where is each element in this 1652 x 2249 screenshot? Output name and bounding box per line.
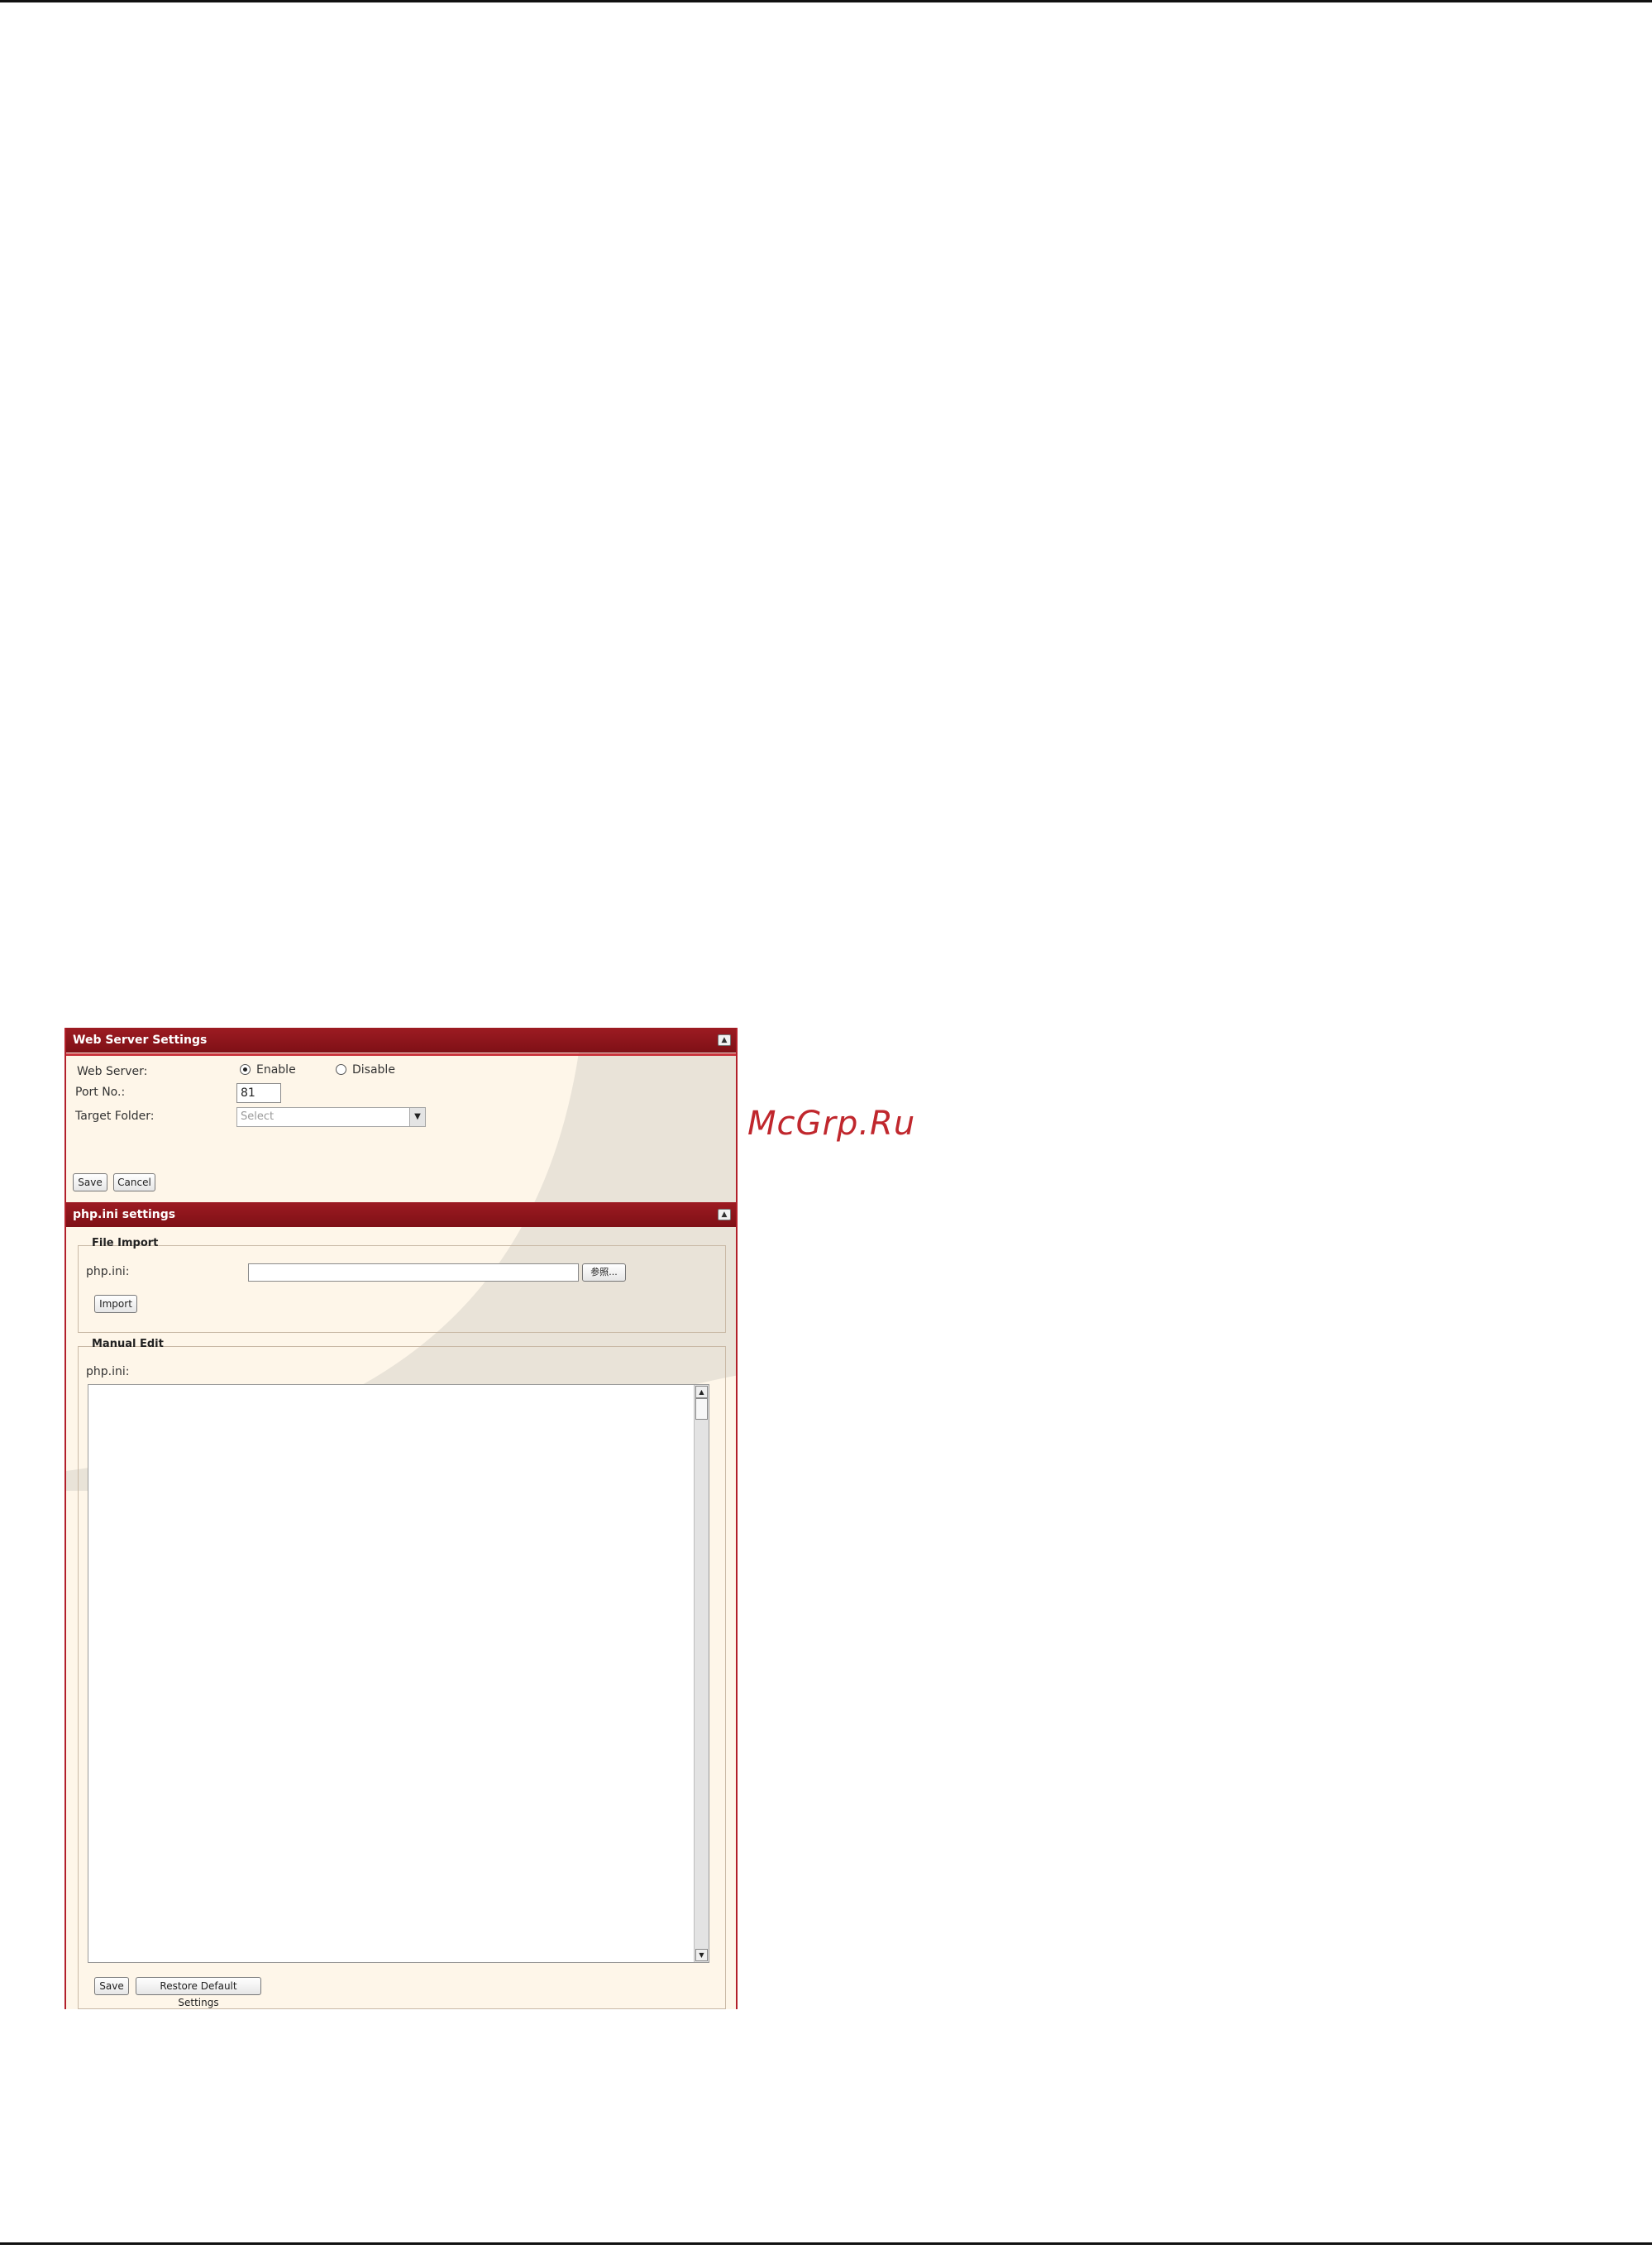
scroll-thumb[interactable] xyxy=(695,1398,708,1420)
collapse-up-icon[interactable]: ▲ xyxy=(718,1034,731,1046)
scroll-up-icon[interactable]: ▲ xyxy=(695,1386,708,1398)
textarea-scrollbar[interactable]: ▲ ▼ xyxy=(694,1385,709,1962)
php-ini-file-input[interactable] xyxy=(248,1263,579,1282)
scroll-down-icon[interactable]: ▼ xyxy=(695,1949,708,1961)
settings-panel: Web Server Settings ▲ Web Server: Enable… xyxy=(64,1028,738,2009)
collapse-up-icon[interactable]: ▲ xyxy=(718,1209,731,1220)
enable-radio[interactable] xyxy=(240,1064,251,1075)
manual-edit-save-button[interactable]: Save xyxy=(94,1977,129,1995)
target-folder-label: Target Folder: xyxy=(75,1110,155,1123)
bottom-rule xyxy=(0,2242,1652,2245)
web-server-label: Web Server: xyxy=(77,1065,148,1078)
file-import-php-ini-label: php.ini: xyxy=(86,1265,130,1278)
file-import-group xyxy=(78,1245,726,1333)
manual-edit-php-ini-label: php.ini: xyxy=(86,1365,130,1378)
web-server-cancel-button[interactable]: Cancel xyxy=(113,1173,155,1191)
web-server-settings-header: Web Server Settings ▲ xyxy=(66,1028,736,1056)
header-underline xyxy=(66,1053,736,1056)
web-server-save-button[interactable]: Save xyxy=(73,1173,107,1191)
php-ini-settings-title: php.ini settings xyxy=(73,1208,176,1221)
port-label: Port No.: xyxy=(75,1086,126,1099)
chevron-down-icon[interactable]: ▼ xyxy=(409,1108,425,1126)
manual-edit-legend: Manual Edit xyxy=(92,1338,164,1350)
target-folder-value: Select xyxy=(241,1110,275,1123)
restore-default-settings-button[interactable]: Restore Default Settings xyxy=(136,1977,261,2008)
port-input[interactable]: 81 xyxy=(236,1083,281,1103)
browse-button[interactable]: 参照... xyxy=(582,1263,626,1282)
web-server-settings-title: Web Server Settings xyxy=(73,1034,208,1047)
disable-radio[interactable] xyxy=(336,1064,346,1075)
target-folder-select[interactable]: Select ▼ xyxy=(236,1107,426,1127)
import-button[interactable]: Import xyxy=(94,1295,137,1313)
file-import-legend: File Import xyxy=(92,1237,159,1249)
disable-label: Disable xyxy=(352,1063,395,1077)
top-rule xyxy=(0,0,1652,2)
enable-label: Enable xyxy=(256,1063,296,1077)
php-ini-settings-header: php.ini settings ▲ xyxy=(66,1202,736,1227)
php-ini-textarea[interactable]: ▲ ▼ xyxy=(88,1384,709,1963)
watermark-text: McGrp.Ru xyxy=(747,1105,916,1143)
